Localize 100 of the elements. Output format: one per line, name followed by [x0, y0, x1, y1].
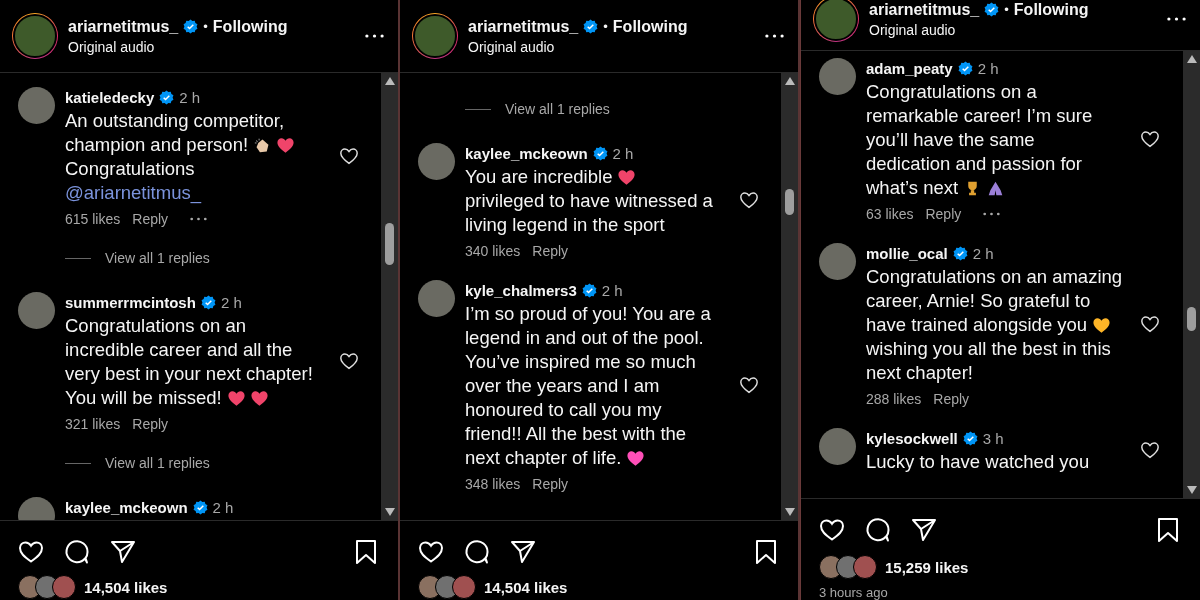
- more-options-icon[interactable]: [765, 34, 784, 38]
- comment-icon[interactable]: [64, 539, 90, 565]
- commenter-username[interactable]: kaylee_mckeown: [465, 144, 588, 162]
- comment-text: wishing you all the best in this: [866, 337, 1111, 361]
- commenter-username[interactable]: katieledecky: [65, 88, 155, 106]
- post-like-count[interactable]: 14,504 likes: [484, 578, 568, 596]
- comment-time: 2 h: [972, 244, 994, 262]
- like-icon[interactable]: [418, 539, 444, 565]
- send-icon[interactable]: [510, 539, 536, 565]
- more-options-icon[interactable]: [190, 217, 208, 221]
- scrollbar[interactable]: [781, 73, 798, 520]
- scroll-up-icon[interactable]: [784, 77, 795, 85]
- commenter-avatar[interactable]: [418, 143, 455, 180]
- commenter-avatar[interactable]: [18, 87, 55, 124]
- like-heart-icon[interactable]: [1140, 315, 1160, 333]
- view-replies-link[interactable]: View all 1 replies: [105, 455, 210, 471]
- commenter-username[interactable]: summerrmcintosh: [65, 293, 196, 311]
- like-icon[interactable]: [18, 539, 44, 565]
- scrollbar[interactable]: [1183, 51, 1200, 498]
- comment-text: living legend in the sport: [465, 213, 665, 237]
- like-heart-icon[interactable]: [739, 191, 759, 209]
- audio-link[interactable]: Original audio: [869, 21, 1157, 38]
- like-heart-icon[interactable]: [739, 376, 759, 394]
- commenter-username[interactable]: kylesockwell: [866, 429, 958, 447]
- scroll-up-icon[interactable]: [1186, 55, 1197, 63]
- comment-text: You are incredible: [465, 165, 613, 189]
- view-replies-link[interactable]: View all 1 replies: [105, 250, 210, 266]
- comment-time: 3 h: [982, 429, 1004, 447]
- reply-link[interactable]: Reply: [532, 243, 569, 259]
- comment-icon[interactable]: [865, 517, 891, 543]
- like-icon[interactable]: [819, 517, 845, 543]
- username-link[interactable]: ariarnetitmus_: [68, 17, 179, 36]
- following-button[interactable]: Following: [612, 17, 688, 36]
- audio-link[interactable]: Original audio: [68, 38, 355, 55]
- comment-icon[interactable]: [464, 539, 490, 565]
- comment-text: I’m so proud of you! You are a: [465, 302, 711, 326]
- scrollbar-thumb[interactable]: [785, 189, 794, 215]
- commenter-username[interactable]: mollie_ocal: [866, 244, 948, 262]
- send-icon[interactable]: [110, 539, 136, 565]
- bookmark-icon[interactable]: [354, 539, 378, 565]
- scroll-down-icon[interactable]: [784, 508, 795, 516]
- comment-text: incredible career and all the: [65, 338, 293, 362]
- liker-avatar: [853, 555, 877, 579]
- view-replies-link[interactable]: View all 1 replies: [505, 101, 610, 117]
- reply-link[interactable]: Reply: [132, 416, 169, 432]
- comment-text: career, Arnie! So grateful to: [866, 289, 1091, 313]
- username-link[interactable]: ariarnetitmus_: [869, 0, 980, 19]
- comment-text: legend in and out of the pool.: [465, 326, 704, 350]
- commenter-avatar[interactable]: [18, 292, 55, 329]
- commenter-avatar[interactable]: [819, 428, 856, 465]
- following-button[interactable]: Following: [212, 17, 288, 36]
- profile-avatar[interactable]: [813, 0, 859, 42]
- comment-text: friend!! All the best with the: [465, 422, 687, 446]
- comment-time: 2 h: [977, 59, 999, 77]
- following-button[interactable]: Following: [1013, 0, 1089, 19]
- scrollbar-thumb[interactable]: [385, 223, 394, 265]
- post-time: 3 hours ago: [819, 585, 889, 600]
- comment-text: next chapter!: [866, 361, 973, 385]
- scrollbar[interactable]: [381, 73, 398, 520]
- like-heart-icon[interactable]: [1140, 130, 1160, 148]
- commenter-avatar[interactable]: [819, 243, 856, 280]
- separator-dot: •: [603, 19, 608, 34]
- more-options-icon[interactable]: [365, 34, 384, 38]
- scroll-down-icon[interactable]: [384, 508, 395, 516]
- comment-text: honoured to call you my: [465, 398, 662, 422]
- scrollbar-thumb[interactable]: [1187, 307, 1196, 331]
- more-options-icon[interactable]: [1167, 17, 1186, 21]
- post-like-count[interactable]: 14,504 likes: [84, 578, 168, 596]
- comment-text: Congratulations on an: [65, 314, 247, 338]
- profile-avatar[interactable]: [12, 13, 58, 59]
- separator-dot: •: [1004, 2, 1009, 17]
- commenter-username[interactable]: adam_peaty: [866, 59, 953, 77]
- reply-link[interactable]: Reply: [933, 391, 970, 407]
- like-heart-icon[interactable]: [1140, 441, 1160, 459]
- like-heart-icon[interactable]: [339, 147, 359, 165]
- send-icon[interactable]: [911, 517, 937, 543]
- comment-text: champion and person!: [65, 133, 249, 157]
- like-heart-icon[interactable]: [339, 352, 359, 370]
- mention-link[interactable]: @ariarnetitmus_: [65, 181, 201, 205]
- post-like-count[interactable]: 15,259 likes: [885, 558, 969, 576]
- comment-text: over the years and I am: [465, 374, 660, 398]
- commenter-avatar[interactable]: [418, 280, 455, 317]
- commenter-avatar[interactable]: [819, 58, 856, 95]
- reply-link[interactable]: Reply: [132, 211, 169, 227]
- comment-time: 2 h: [612, 144, 634, 162]
- reply-link[interactable]: Reply: [925, 206, 962, 222]
- like-count: 288 likes: [866, 391, 922, 407]
- comment-time: 2 h: [220, 293, 242, 311]
- scroll-up-icon[interactable]: [384, 77, 395, 85]
- commenter-username[interactable]: kaylee_mckeown: [65, 498, 188, 516]
- scroll-down-icon[interactable]: [1186, 486, 1197, 494]
- bookmark-icon[interactable]: [754, 539, 778, 565]
- more-options-icon[interactable]: [983, 212, 1001, 216]
- bookmark-icon[interactable]: [1156, 517, 1180, 543]
- profile-avatar[interactable]: [412, 13, 458, 59]
- username-link[interactable]: ariarnetitmus_: [468, 17, 579, 36]
- separator-dot: •: [203, 19, 208, 34]
- audio-link[interactable]: Original audio: [468, 38, 755, 55]
- reply-link[interactable]: Reply: [532, 476, 569, 492]
- commenter-username[interactable]: kyle_chalmers3: [465, 281, 577, 299]
